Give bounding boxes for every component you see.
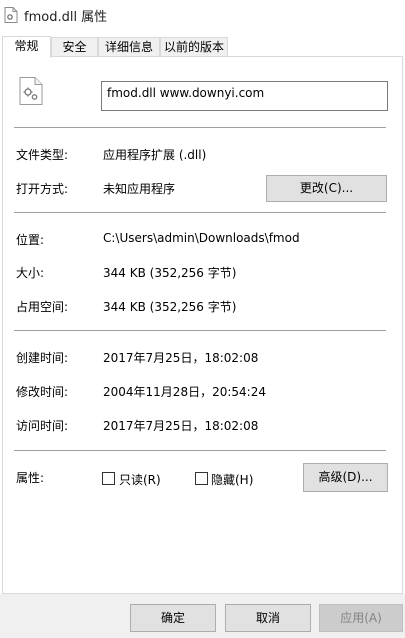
general-panel — [2, 56, 403, 594]
ok-button[interactable]: 确定 — [130, 604, 216, 632]
separator — [14, 127, 386, 128]
accessed-label: 访问时间: — [16, 419, 69, 433]
file-type-value: 应用程序扩展 (.dll) — [103, 148, 207, 162]
created-value: 2017年7月25日，18:02:08 — [103, 351, 259, 365]
size-on-disk-label: 占用空间: — [16, 300, 69, 314]
hidden-checkbox[interactable] — [195, 472, 208, 485]
modified-label: 修改时间: — [16, 385, 69, 399]
size-on-disk-value: 344 KB (352,256 字节) — [103, 300, 237, 314]
location-value: C:\Users\admin\Downloads\fmod — [103, 231, 300, 245]
location-label: 位置: — [16, 233, 45, 247]
separator — [14, 330, 386, 331]
title-bar[interactable]: fmod.dll 属性 — [0, 0, 405, 30]
advanced-button[interactable]: 高级(D)... — [303, 463, 388, 492]
open-with-label: 打开方式: — [16, 182, 69, 196]
readonly-checkbox[interactable] — [102, 472, 115, 485]
readonly-label[interactable]: 只读(R) — [119, 471, 161, 488]
modified-value: 2004年11月28日，20:54:24 — [103, 385, 266, 399]
tab-general[interactable]: 常规 — [2, 36, 51, 58]
file-name-input[interactable]: fmod.dll www.downyi.com — [101, 81, 388, 111]
separator — [14, 212, 386, 213]
hidden-label[interactable]: 隐藏(H) — [211, 471, 253, 488]
window-title: fmod.dll 属性 — [24, 9, 108, 25]
cancel-button[interactable]: 取消 — [225, 604, 311, 632]
size-label: 大小: — [16, 266, 45, 280]
file-large-icon — [19, 77, 43, 105]
apply-button[interactable]: 应用(A) — [319, 604, 403, 632]
file-type-label: 文件类型: — [16, 148, 69, 162]
tab-previous-versions[interactable]: 以前的版本 — [160, 37, 228, 57]
tab-security[interactable]: 安全 — [51, 37, 98, 57]
created-label: 创建时间: — [16, 351, 69, 365]
separator — [14, 450, 386, 451]
change-button[interactable]: 更改(C)... — [266, 175, 387, 202]
dll-file-icon — [4, 7, 18, 23]
size-value: 344 KB (352,256 字节) — [103, 266, 237, 280]
open-with-value: 未知应用程序 — [103, 182, 176, 196]
tab-strip: 常规 安全 详细信息 以前的版本 — [0, 36, 405, 58]
attributes-label: 属性: — [16, 471, 45, 485]
accessed-value: 2017年7月25日，18:02:08 — [103, 419, 259, 433]
tab-details[interactable]: 详细信息 — [98, 37, 160, 57]
